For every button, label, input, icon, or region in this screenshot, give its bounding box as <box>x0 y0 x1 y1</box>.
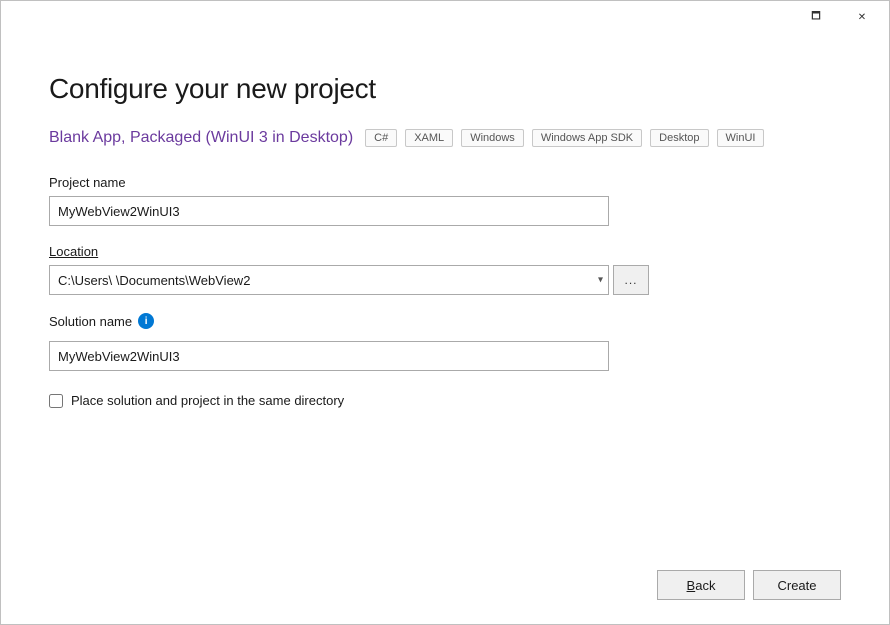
solution-name-label-row: Solution name i <box>49 313 841 329</box>
solution-name-label: Solution name <box>49 314 132 329</box>
tag-winui: WinUI <box>717 129 765 147</box>
same-directory-label: Place solution and project in the same d… <box>71 393 344 408</box>
info-icon: i <box>138 313 154 329</box>
location-label-text: Location <box>49 244 98 259</box>
project-type-row: Blank App, Packaged (WinUI 3 in Desktop)… <box>49 129 841 147</box>
project-name-label: Project name <box>49 175 841 190</box>
location-row: C:\Users\ \Documents\WebView2 ▾ ... <box>49 265 841 295</box>
same-directory-row: Place solution and project in the same d… <box>49 393 841 408</box>
project-name-section: Project name <box>49 175 841 226</box>
configure-project-window: 🗖 ✕ Configure your new project Blank App… <box>0 0 890 625</box>
location-select-wrapper: C:\Users\ \Documents\WebView2 ▾ <box>49 265 609 295</box>
create-button[interactable]: Create <box>753 570 841 600</box>
close-button[interactable]: ✕ <box>839 1 885 33</box>
restore-button[interactable]: 🗖 <box>793 1 839 33</box>
location-select[interactable]: C:\Users\ \Documents\WebView2 <box>49 265 609 295</box>
same-directory-checkbox[interactable] <box>49 394 63 408</box>
tag-csharp: C# <box>365 129 397 147</box>
back-label: Back <box>687 578 716 593</box>
directory-underline: directory <box>294 393 344 408</box>
main-content: Configure your new project Blank App, Pa… <box>1 33 889 554</box>
page-title: Configure your new project <box>49 73 841 105</box>
tag-windows-app-sdk: Windows App SDK <box>532 129 642 147</box>
tag-xaml: XAML <box>405 129 453 147</box>
project-type-name: Blank App, Packaged (WinUI 3 in Desktop) <box>49 129 353 147</box>
solution-name-input-section <box>49 341 841 371</box>
title-bar: 🗖 ✕ <box>1 1 889 33</box>
create-label: Create <box>777 578 816 593</box>
solution-name-input[interactable] <box>49 341 609 371</box>
back-button[interactable]: Back <box>657 570 745 600</box>
location-label: Location <box>49 244 841 259</box>
footer: Back Create <box>1 554 889 624</box>
location-section: Location C:\Users\ \Documents\WebView2 ▾… <box>49 244 841 295</box>
project-name-input[interactable] <box>49 196 609 226</box>
tag-desktop: Desktop <box>650 129 708 147</box>
solution-name-section: Solution name i <box>49 313 841 335</box>
tag-windows: Windows <box>461 129 524 147</box>
browse-button[interactable]: ... <box>613 265 649 295</box>
